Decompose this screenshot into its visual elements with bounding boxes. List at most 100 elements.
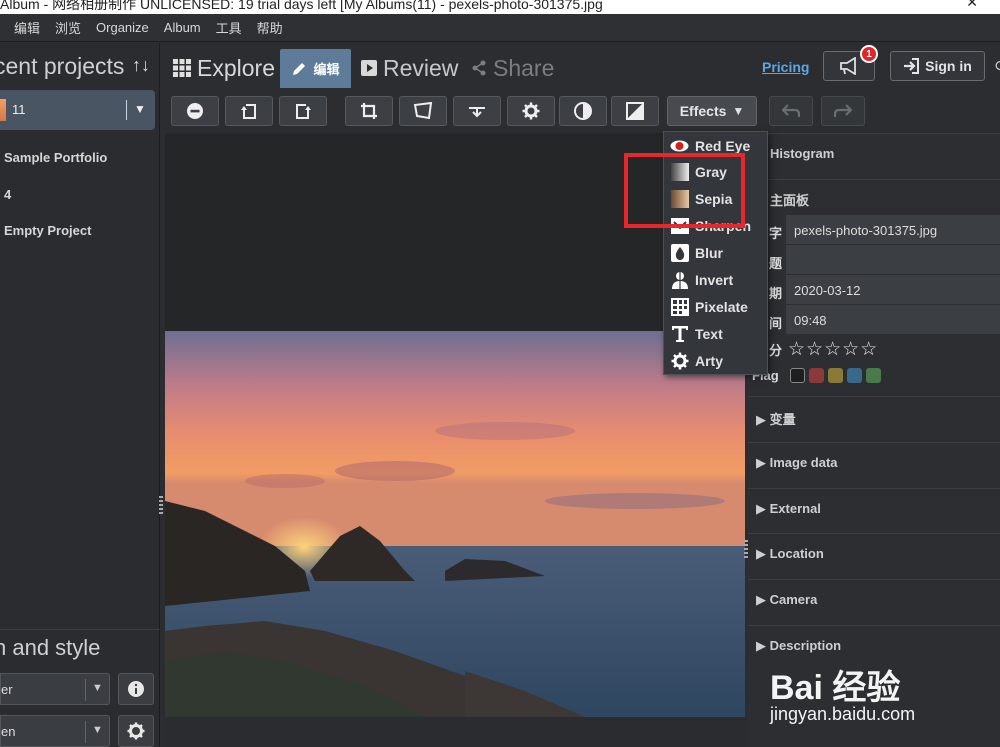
minus-circle-icon — [187, 103, 203, 119]
menu-edit[interactable]: 编辑 — [14, 18, 40, 37]
effect-pixelate[interactable]: Pixelate — [670, 295, 748, 319]
section-label: ▶ Image data — [756, 455, 838, 470]
menu-album[interactable]: Album — [164, 20, 201, 35]
projects-sidebar: cent projects ↑↓ 11 ▼ Sample Portfolio 4… — [0, 43, 160, 747]
section-title: Location — [769, 546, 824, 561]
tab-review[interactable]: Review — [361, 49, 458, 87]
contrast-button[interactable] — [559, 96, 607, 126]
section-label: ▶ Camera — [756, 592, 818, 607]
selected-project[interactable]: 11 ▼ — [0, 90, 155, 130]
tab-label: Share — [493, 54, 555, 81]
adjust-button[interactable] — [507, 96, 555, 126]
section-label: ▶ Location — [756, 546, 824, 561]
menu-tools[interactable]: 工具 — [216, 18, 242, 37]
sign-in-label: Sign in — [925, 58, 972, 74]
project-item[interactable]: 4 — [4, 187, 11, 202]
close-window-icon[interactable]: ✕ — [966, 0, 978, 11]
menu-label: Text — [695, 326, 723, 342]
menu-label: Blur — [695, 245, 723, 261]
menu-help[interactable]: 帮助 — [257, 18, 283, 37]
menu-bar: 编辑 浏览 Organize Album 工具 帮助 — [0, 14, 1000, 42]
recent-projects-title: cent projects — [0, 53, 125, 79]
info-icon — [128, 681, 144, 697]
tab-explore[interactable]: Explore — [173, 49, 275, 87]
flag-swatch[interactable] — [866, 368, 881, 383]
tab-edit[interactable]: 编辑 — [280, 49, 351, 88]
section-histogram[interactable]: Histogram — [748, 133, 1000, 179]
pricing-link[interactable]: Pricing — [762, 59, 809, 75]
redo-icon — [834, 104, 852, 117]
watermark-url: jingyan.baidu.com — [770, 704, 916, 724]
recent-projects-header: cent projects ↑↓ — [0, 51, 160, 81]
section-image-data[interactable]: ▶ Image data — [748, 442, 1000, 488]
gear-icon — [670, 352, 689, 370]
grid-icon — [173, 59, 191, 77]
effects-button[interactable]: Effects ▼ — [667, 96, 757, 126]
style-select-2[interactable]: en ▼ — [0, 715, 110, 747]
meta-value: 09:48 — [794, 313, 827, 328]
tab-share[interactable]: Share — [471, 49, 554, 87]
rotate-left-button[interactable] — [225, 96, 273, 126]
chevron-down-icon[interactable]: ▼ — [134, 102, 146, 116]
project-count: 11 — [12, 102, 26, 117]
exposure-button[interactable] — [611, 96, 659, 126]
project-item[interactable]: Empty Project — [4, 223, 91, 238]
level-icon — [469, 107, 485, 118]
sign-in-button[interactable]: Sign in — [890, 51, 985, 81]
exposure-icon — [626, 102, 644, 120]
tab-label: Review — [383, 54, 459, 81]
tab-label: Explore — [197, 54, 275, 81]
select-value: en — [1, 724, 16, 739]
zoom-out-button[interactable] — [171, 96, 219, 126]
flag-swatch[interactable] — [790, 368, 805, 383]
section-label: ▶ External — [756, 501, 821, 516]
section-external[interactable]: ▶ External — [748, 488, 1000, 533]
perspective-button[interactable] — [399, 96, 447, 126]
gear-icon — [522, 102, 540, 120]
sort-icon[interactable]: ↑↓ — [132, 55, 150, 76]
flag-swatch[interactable] — [847, 368, 862, 383]
section-variables[interactable]: ▶ 变量 — [748, 396, 1000, 442]
tab-label: 编辑 — [313, 62, 340, 77]
title-field[interactable] — [786, 245, 1000, 275]
effect-blur[interactable]: Blur — [670, 241, 723, 265]
redo-button[interactable] — [821, 96, 865, 126]
more-icon[interactable]: ⟳ — [995, 57, 1000, 75]
settings-button[interactable] — [118, 715, 154, 747]
menu-organize[interactable]: Organize — [96, 20, 149, 35]
rotate-right-button[interactable] — [279, 96, 327, 126]
meta-key: 字 — [769, 226, 783, 241]
straighten-button[interactable] — [453, 96, 501, 126]
project-item[interactable]: Sample Portfolio — [4, 150, 107, 165]
menu-browse[interactable]: 浏览 — [55, 18, 81, 37]
section-location[interactable]: ▶ Location — [748, 533, 1000, 579]
undo-button[interactable] — [769, 96, 813, 126]
play-icon — [361, 60, 377, 76]
effect-text[interactable]: Text — [670, 322, 723, 346]
meta-value: pexels-photo-301375.jpg — [794, 223, 938, 238]
notifications-button[interactable]: 1 — [823, 45, 878, 81]
menu-label: Invert — [695, 272, 734, 288]
style-select-1[interactable]: er ▼ — [0, 673, 110, 705]
resize-handle-left[interactable] — [159, 496, 163, 514]
effect-arty[interactable]: Arty — [670, 349, 723, 373]
crop-icon — [361, 103, 377, 119]
meta-title: 题 — [748, 245, 1000, 275]
flag-swatch[interactable] — [809, 368, 824, 383]
flag-swatch[interactable] — [828, 368, 843, 383]
star-rating[interactable]: ☆☆☆☆☆ — [788, 338, 878, 361]
text-icon — [670, 325, 689, 343]
date-field[interactable]: 2020-03-12 — [786, 275, 1000, 305]
crop-button[interactable] — [345, 96, 393, 126]
flag-colors — [790, 368, 881, 383]
contrast-icon — [574, 102, 592, 120]
section-main-panel[interactable]: 主面板 — [748, 179, 1000, 215]
time-field[interactable]: 09:48 — [786, 305, 1000, 335]
effect-invert[interactable]: Invert — [670, 268, 733, 292]
section-title: Camera — [769, 592, 818, 607]
menu-label: Arty — [695, 353, 724, 369]
meta-value: 2020-03-12 — [794, 283, 861, 298]
section-camera[interactable]: ▶ Camera — [748, 579, 1000, 625]
info-button[interactable] — [118, 673, 154, 705]
filename-field[interactable]: pexels-photo-301375.jpg — [786, 215, 1000, 245]
